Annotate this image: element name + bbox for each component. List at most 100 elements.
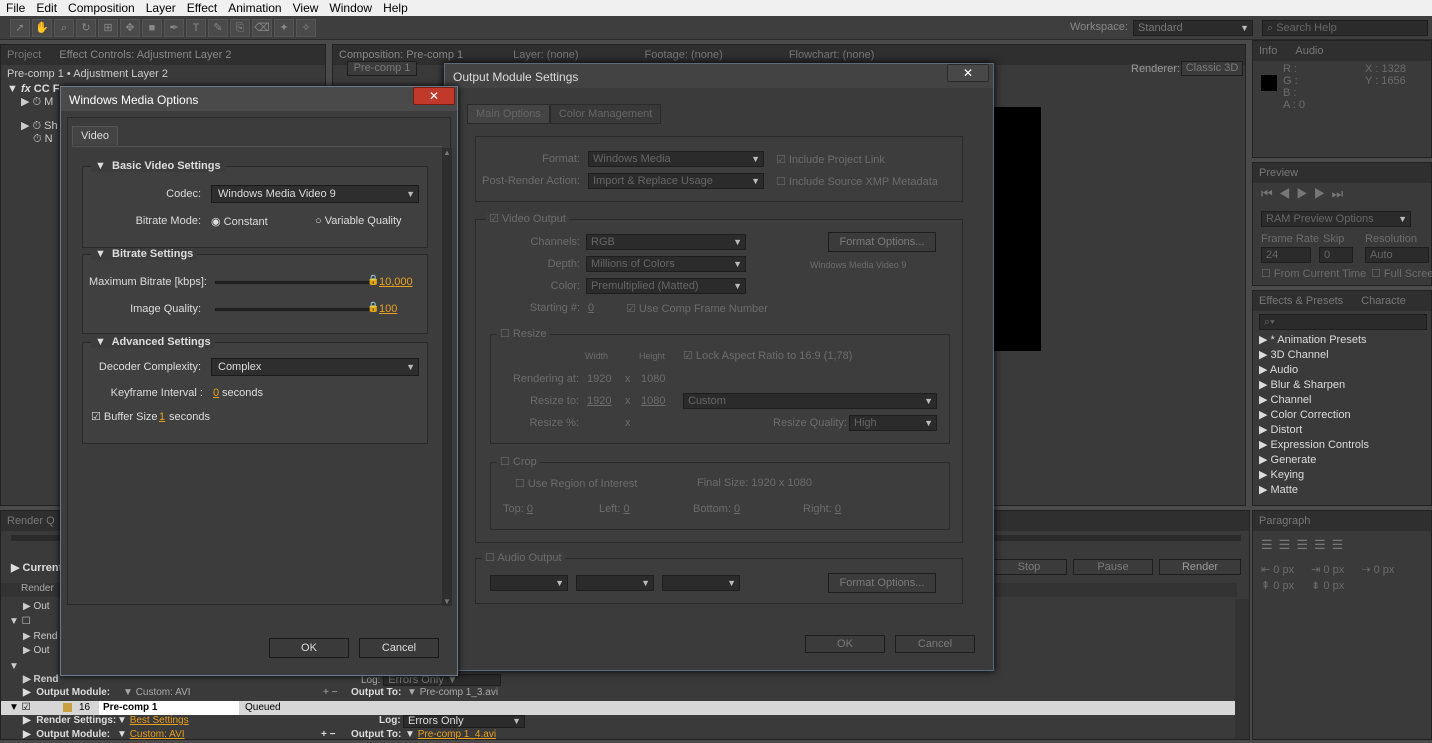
wm-scrollbar[interactable]: ▲ ▼ <box>442 148 452 606</box>
menu-file[interactable]: File <box>6 1 25 15</box>
effects-list-item[interactable]: ▶ Matte <box>1253 483 1431 498</box>
tab-render-queue[interactable]: Render Q <box>7 515 55 527</box>
audio-rate-select[interactable]: ▼ <box>490 575 568 591</box>
pen-tool-icon[interactable]: ✒ <box>164 19 184 37</box>
effects-search-input[interactable]: ⌕▾ <box>1259 314 1427 330</box>
menu-help[interactable]: Help <box>383 1 408 15</box>
first-frame-icon[interactable]: ⏮ <box>1261 186 1279 201</box>
max-bitrate-slider[interactable] <box>215 281 373 284</box>
om-close-button[interactable]: ✕ <box>947 64 989 82</box>
audio-format-options-button[interactable]: Format Options... <box>828 573 936 593</box>
render-column-header[interactable]: Render <box>21 583 54 594</box>
queue-row-expander[interactable]: ▼ <box>9 661 19 672</box>
buffer-size-value[interactable]: 1 <box>159 411 165 423</box>
resize-height-value[interactable]: 1080 <box>641 395 665 407</box>
search-help-input[interactable]: ⌕ Search Help <box>1262 20 1428 36</box>
output-module-value[interactable]: ▼ Custom: AVI <box>123 687 191 698</box>
constant-radio[interactable]: ◉ Constant <box>211 215 268 228</box>
queue-item-16[interactable]: ▼ ☑ 16 Pre-comp 1 Queued <box>1 701 1235 715</box>
depth-select[interactable]: Millions of Colors ▼ <box>586 256 746 272</box>
camera-tool-icon[interactable]: ⊞ <box>98 19 118 37</box>
effects-list-item[interactable]: ▶ Distort <box>1253 423 1431 438</box>
add-remove-icons[interactable]: + − <box>323 687 337 698</box>
codec-select[interactable]: Windows Media Video 9 ▼ <box>211 185 419 203</box>
effects-list-item[interactable]: ▶ Color Correction <box>1253 408 1431 423</box>
play-icon[interactable]: ▶ <box>1296 186 1314 201</box>
indent-left[interactable]: ⇤ 0 px <box>1261 564 1294 576</box>
wm-ok-button[interactable]: OK <box>269 638 349 658</box>
resize-quality-select[interactable]: High ▼ <box>849 415 937 431</box>
renderer-button[interactable]: Classic 3D <box>1181 61 1243 76</box>
tab-flowchart[interactable]: Flowchart: (none) <box>789 49 875 61</box>
scroll-up-icon[interactable]: ▲ <box>442 148 452 157</box>
lock-aspect-checkbox[interactable]: ☑ Lock Aspect Ratio to 16:9 (1,78) <box>683 349 852 362</box>
effects-list-item[interactable]: ▶ Blur & Sharpen <box>1253 378 1431 393</box>
wm-close-button[interactable]: ✕ <box>413 87 455 105</box>
comp-viewer-frame[interactable] <box>993 107 1041 351</box>
mask-tool-icon[interactable]: ■ <box>142 19 162 37</box>
keyframe-interval-value[interactable]: 0 <box>213 387 219 399</box>
skip-select[interactable]: 0 <box>1319 247 1353 263</box>
tab-footage[interactable]: Footage: (none) <box>645 49 723 61</box>
image-quality-handle-icon[interactable]: 🔒 <box>367 302 379 313</box>
indent-right[interactable]: ⇥ 0 px <box>1311 564 1344 576</box>
scroll-down-icon[interactable]: ▼ <box>442 597 452 606</box>
crop-right-value[interactable]: 0 <box>835 503 841 515</box>
max-bitrate-handle-icon[interactable]: 🔒 <box>367 275 379 286</box>
menu-layer[interactable]: Layer <box>146 1 176 15</box>
crop-top-value[interactable]: 0 <box>527 503 533 515</box>
current-render-toggle[interactable]: ▶ Current <box>11 561 62 574</box>
resolution-select[interactable]: Auto <box>1365 247 1429 263</box>
max-bitrate-value[interactable]: 10,000 <box>379 276 413 288</box>
queue-row-expander[interactable]: ▼ ☐ <box>9 616 31 627</box>
align-center-icon[interactable]: ☰ <box>1279 537 1297 552</box>
basic-video-settings-header[interactable]: ▼ Basic Video Settings <box>91 160 225 172</box>
space-before[interactable]: ⇞ 0 px <box>1261 580 1294 592</box>
effects-list-item[interactable]: ▶ Expression Controls <box>1253 438 1431 453</box>
tab-composition[interactable]: Composition: Pre-comp 1 <box>339 49 463 61</box>
menu-edit[interactable]: Edit <box>36 1 57 15</box>
eraser-tool-icon[interactable]: ⌫ <box>252 19 272 37</box>
crop-bottom-value[interactable]: 0 <box>734 503 740 515</box>
advanced-settings-header[interactable]: ▼ Advanced Settings <box>91 336 215 348</box>
type-tool-icon[interactable]: T <box>186 19 206 37</box>
tab-color-management[interactable]: Color Management <box>549 104 662 124</box>
pan-behind-tool-icon[interactable]: ✥ <box>120 19 140 37</box>
tab-project[interactable]: Project <box>7 49 41 61</box>
space-after[interactable]: ⇟ 0 px <box>1311 580 1344 592</box>
crop-checkbox[interactable]: ☐ Crop <box>497 455 540 468</box>
output-to-value[interactable]: ▼ Pre-comp 1_3.avi <box>407 687 498 698</box>
next-frame-icon[interactable]: ▶ <box>1314 186 1332 201</box>
include-project-link-checkbox[interactable]: ☑ Include Project Link <box>776 153 885 166</box>
menu-view[interactable]: View <box>293 1 319 15</box>
workspace-select[interactable]: Standard ▼ <box>1133 20 1253 36</box>
justify-all-icon[interactable]: ☰ <box>1332 537 1350 552</box>
starting-number-value[interactable]: 0 <box>588 302 594 314</box>
format-select[interactable]: Windows Media ▼ <box>588 151 764 167</box>
menu-animation[interactable]: Animation <box>228 1 281 15</box>
use-comp-frame-checkbox[interactable]: ☑ Use Comp Frame Number <box>626 302 768 315</box>
tab-info[interactable]: Info <box>1259 45 1277 57</box>
output-module-value[interactable]: ▼ Custom: AVI <box>117 729 185 740</box>
pause-button[interactable]: Pause <box>1073 559 1153 575</box>
output-to-value[interactable]: ▼ Pre-comp 1_4.avi <box>405 729 496 740</box>
tab-preview[interactable]: Preview <box>1259 167 1298 179</box>
format-options-button[interactable]: Format Options... <box>828 232 936 252</box>
tab-main-options[interactable]: Main Options <box>467 104 550 124</box>
tab-paragraph[interactable]: Paragraph <box>1259 515 1310 527</box>
selection-tool-icon[interactable]: ➚ <box>10 19 30 37</box>
decoder-complexity-select[interactable]: Complex ▼ <box>211 358 419 376</box>
indent-first[interactable]: ⇢ 0 px <box>1361 564 1394 576</box>
render-queue-scrollbar[interactable] <box>1235 599 1249 739</box>
crop-left-value[interactable]: 0 <box>623 503 629 515</box>
resize-width-value[interactable]: 1920 <box>587 395 611 407</box>
effects-list-item[interactable]: ▶ Channel <box>1253 393 1431 408</box>
wm-cancel-button[interactable]: Cancel <box>359 638 439 658</box>
comp-subtab[interactable]: Pre-comp 1 <box>347 61 417 76</box>
align-right-icon[interactable]: ☰ <box>1296 537 1314 552</box>
expand-icon[interactable]: ▼ ☑ <box>9 702 31 713</box>
label-color-swatch[interactable] <box>63 703 72 712</box>
zoom-tool-icon[interactable]: ⌕ <box>54 19 74 37</box>
menu-effect[interactable]: Effect <box>187 1 217 15</box>
audio-channels-select[interactable]: ▼ <box>662 575 740 591</box>
